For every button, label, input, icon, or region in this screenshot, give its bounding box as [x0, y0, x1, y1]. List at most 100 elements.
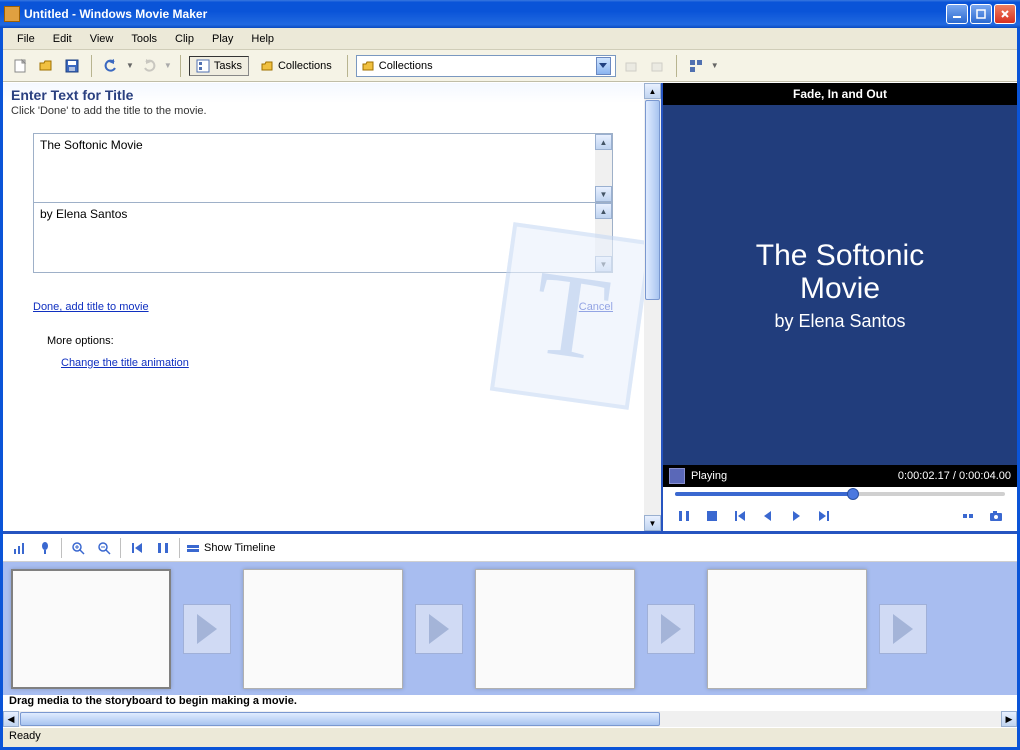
transition-slot[interactable] — [183, 604, 231, 654]
scroll-down-icon[interactable]: ▼ — [595, 186, 612, 202]
menu-help[interactable]: Help — [243, 31, 282, 47]
window-controls — [946, 4, 1016, 24]
maximize-button[interactable] — [970, 4, 992, 24]
storyboard-scrollbar[interactable]: ◀ ▶ — [3, 711, 1017, 727]
storyboard-track[interactable] — [3, 562, 1017, 695]
input-scrollbar[interactable]: ▲ ▼ — [595, 134, 612, 202]
storyboard-hint: Drag media to the storyboard to begin ma… — [3, 695, 1017, 711]
transition-slot[interactable] — [879, 604, 927, 654]
new-folder-button[interactable] — [646, 55, 668, 77]
undo-dropdown-icon[interactable]: ▼ — [126, 61, 134, 70]
toolbar-separator — [61, 538, 62, 558]
scroll-down-icon[interactable]: ▼ — [595, 256, 612, 272]
open-project-button[interactable] — [35, 55, 57, 77]
close-button[interactable] — [994, 4, 1016, 24]
menu-file[interactable]: File — [9, 31, 43, 47]
view-dropdown-icon[interactable]: ▼ — [711, 61, 719, 70]
collections-toggle[interactable]: Collections — [253, 56, 339, 76]
view-options-button[interactable] — [685, 55, 707, 77]
redo-button[interactable] — [138, 55, 160, 77]
menu-clip[interactable]: Clip — [167, 31, 202, 47]
clip-slot[interactable] — [475, 569, 635, 689]
next-button[interactable] — [815, 507, 833, 525]
toolbar-separator — [676, 55, 677, 77]
toolbar-separator — [347, 55, 348, 77]
scroll-left-icon[interactable]: ◀ — [3, 711, 19, 727]
preview-screen: The Softonic Movie by Elena Santos — [663, 105, 1017, 465]
preview-title-line2: Movie — [800, 272, 880, 305]
seek-bar[interactable] — [663, 487, 1017, 501]
set-audio-levels-button[interactable] — [9, 538, 29, 558]
show-timeline-button[interactable]: Show Timeline — [186, 541, 276, 555]
taskpane-scrollbar[interactable]: ▲ ▼ — [644, 83, 661, 531]
title-text-value: The Softonic Movie — [40, 138, 143, 152]
step-fwd-button[interactable] — [787, 507, 805, 525]
split-clip-button[interactable] — [959, 507, 977, 525]
scroll-up-icon[interactable]: ▲ — [644, 83, 661, 99]
arrow-right-icon — [661, 614, 681, 644]
storyboard: Show Timeline Drag media to the storyboa… — [3, 531, 1017, 727]
step-back-button[interactable] — [759, 507, 777, 525]
clip-slot[interactable] — [11, 569, 171, 689]
seek-handle[interactable] — [847, 488, 859, 500]
input-scrollbar[interactable]: ▲ ▼ — [595, 203, 612, 272]
preview-subtitle: by Elena Santos — [774, 311, 905, 332]
preview-effect-label: Fade, In and Out — [663, 83, 1017, 105]
toolbar-separator — [179, 538, 180, 558]
taskpane-subheading: Click 'Done' to add the title to the mov… — [11, 105, 653, 117]
tasks-toggle[interactable]: Tasks — [189, 56, 249, 76]
tasks-label: Tasks — [214, 60, 242, 72]
clip-slot[interactable] — [243, 569, 403, 689]
pause-button[interactable] — [675, 507, 693, 525]
menu-view[interactable]: View — [82, 31, 122, 47]
narrate-button[interactable] — [35, 538, 55, 558]
minimize-button[interactable] — [946, 4, 968, 24]
stop-button[interactable] — [703, 507, 721, 525]
subtitle-text-input[interactable]: by Elena Santos ▲ ▼ — [33, 203, 613, 273]
prev-button[interactable] — [731, 507, 749, 525]
chevron-down-icon[interactable] — [596, 57, 611, 75]
zoom-out-button[interactable] — [94, 538, 114, 558]
scroll-thumb[interactable] — [20, 712, 660, 726]
transition-slot[interactable] — [415, 604, 463, 654]
status-text: Ready — [9, 730, 41, 742]
rewind-storyboard-button[interactable] — [127, 538, 147, 558]
toolbar-separator — [180, 55, 181, 77]
toolbar-separator — [120, 538, 121, 558]
save-button[interactable] — [61, 55, 83, 77]
redo-dropdown-icon[interactable]: ▼ — [164, 61, 172, 70]
timeline-icon — [186, 541, 200, 555]
main-toolbar: ▼ ▼ Tasks Collections Collections — [3, 50, 1017, 82]
menu-play[interactable]: Play — [204, 31, 241, 47]
done-link[interactable]: Done, add title to movie — [33, 301, 149, 313]
window-titlebar: Untitled - Windows Movie Maker — [0, 0, 1020, 28]
scroll-up-icon[interactable]: ▲ — [595, 203, 612, 219]
undo-button[interactable] — [100, 55, 122, 77]
scroll-up-icon[interactable]: ▲ — [595, 134, 612, 150]
up-level-button[interactable] — [620, 55, 642, 77]
scroll-thumb[interactable] — [645, 100, 660, 300]
collections-combo[interactable]: Collections — [356, 55, 616, 77]
zoom-in-button[interactable] — [68, 538, 88, 558]
menu-edit[interactable]: Edit — [45, 31, 80, 47]
menu-tools[interactable]: Tools — [123, 31, 165, 47]
taskpane-heading: Enter Text for Title — [11, 87, 653, 103]
transition-slot[interactable] — [647, 604, 695, 654]
take-photo-button[interactable] — [987, 507, 1005, 525]
combo-value: Collections — [379, 60, 433, 72]
new-project-button[interactable] — [9, 55, 31, 77]
preview-pane: Fade, In and Out The Softonic Movie by E… — [663, 83, 1017, 531]
change-animation-link[interactable]: Change the title animation — [61, 357, 189, 369]
play-storyboard-button[interactable] — [153, 538, 173, 558]
seek-track[interactable] — [675, 492, 1005, 496]
preview-time: 0:00:02.17 / 0:00:04.00 — [898, 470, 1011, 482]
scroll-right-icon[interactable]: ▶ — [1001, 711, 1017, 727]
clip-slot[interactable] — [707, 569, 867, 689]
cancel-link[interactable]: Cancel — [579, 301, 613, 313]
toolbar-separator — [91, 55, 92, 77]
scroll-down-icon[interactable]: ▼ — [644, 515, 661, 531]
title-text-input[interactable]: The Softonic Movie ▲ ▼ — [33, 133, 613, 203]
subtitle-text-value: by Elena Santos — [40, 207, 127, 221]
collections-label: Collections — [278, 60, 332, 72]
menubar: File Edit View Tools Clip Play Help — [3, 28, 1017, 50]
